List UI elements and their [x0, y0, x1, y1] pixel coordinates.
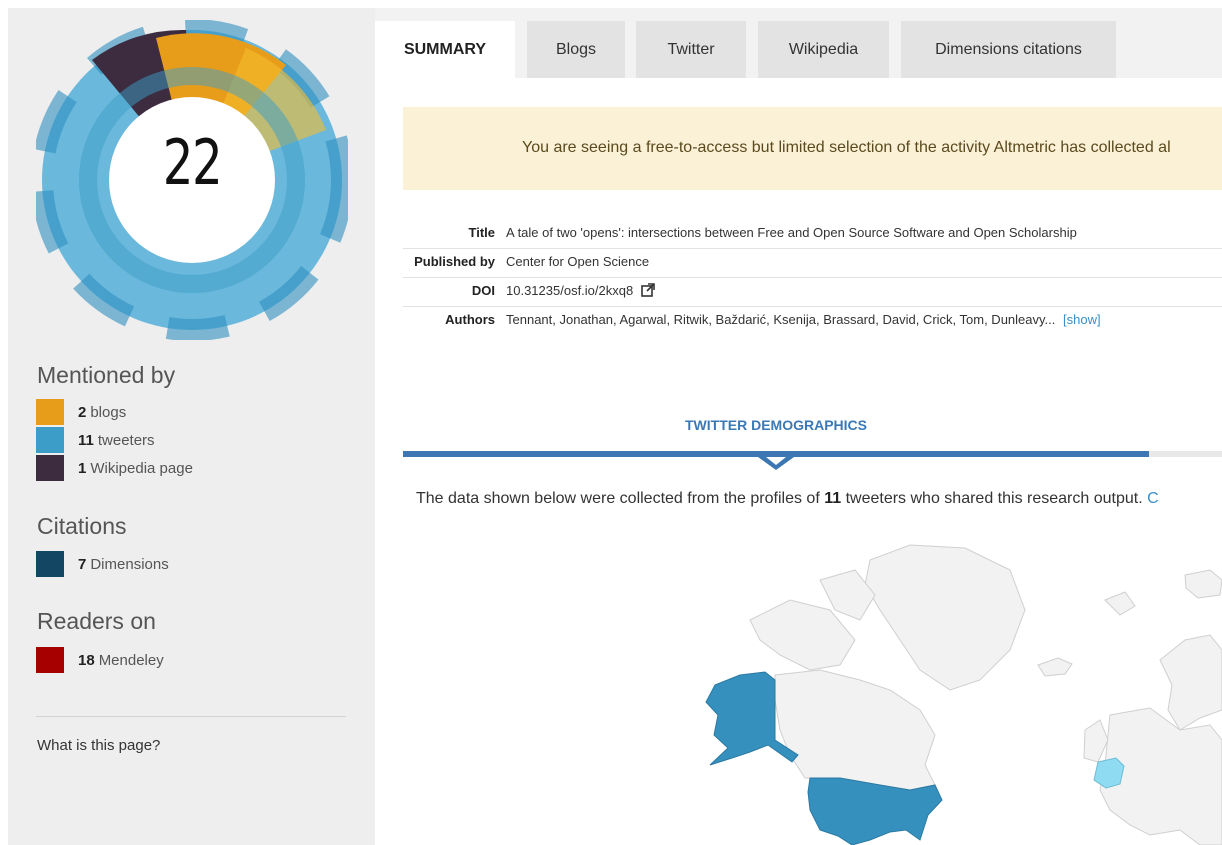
dimensions-label: Dimensions [90, 555, 169, 573]
sidebar-divider [36, 716, 346, 717]
mendeley-count: 18 [78, 651, 95, 669]
dimensions-count: 7 [78, 555, 87, 573]
show-authors-link[interactable]: [show] [1063, 312, 1101, 327]
wikipedia-swatch [36, 455, 64, 481]
twitter-desc-count: 11 [824, 490, 842, 507]
doi-link-wrapper[interactable]: 10.31235/osf.io/2kxq8 [506, 283, 655, 298]
map-germany[interactable] [1093, 757, 1125, 789]
details-row-title: Title A tale of two 'opens': intersectio… [403, 220, 1222, 249]
section-notch-icon [758, 457, 794, 470]
tab-twitter[interactable]: Twitter [636, 21, 746, 78]
details-row-authors: Authors Tennant, Jonathan, Agarwal, Ritw… [403, 307, 1222, 335]
blogs-swatch [36, 399, 64, 425]
tab-wikipedia[interactable]: Wikipedia [758, 21, 889, 78]
map-svalbard[interactable] [1184, 569, 1222, 599]
tab-summary[interactable]: SUMMARY [375, 21, 515, 78]
dimensions-swatch [36, 551, 64, 577]
source-dimensions[interactable]: 7 Dimensions [36, 551, 169, 577]
tab-blogs[interactable]: Blogs [527, 21, 625, 78]
source-mendeley[interactable]: 18 Mendeley [36, 647, 164, 673]
tab-dimensions-citations[interactable]: Dimensions citations [901, 21, 1116, 78]
tweeters-label: tweeters [97, 431, 155, 449]
title-value: A tale of two 'opens': intersections bet… [506, 225, 1077, 240]
details-row-doi: DOI 10.31235/osf.io/2kxq8 [403, 278, 1222, 307]
tweeters-count: 11 [78, 431, 94, 449]
source-tweeters[interactable]: 11 tweeters [36, 427, 155, 453]
wikipedia-count: 1 [78, 459, 87, 477]
twitter-description: The data shown below were collected from… [416, 490, 1159, 508]
title-label: Title [468, 225, 496, 240]
external-link-icon[interactable] [641, 283, 655, 297]
twitter-desc-after: tweeters who shared this research output… [841, 490, 1148, 507]
section-divider-bar-end [1149, 451, 1222, 457]
map-scandinavia[interactable] [1159, 634, 1222, 731]
what-is-this-page-link[interactable]: What is this page? [37, 737, 160, 754]
citations-heading: Citations [37, 513, 127, 539]
source-blogs[interactable]: 2 blogs [36, 399, 126, 425]
map-islands-ne[interactable] [1104, 591, 1136, 616]
twitter-demographics-heading: TWITTER DEMOGRAPHICS [685, 417, 867, 433]
doi-value[interactable]: 10.31235/osf.io/2kxq8 [506, 283, 633, 298]
details-table: Title A tale of two 'opens': intersectio… [403, 220, 1222, 335]
authors-wrapper: Tennant, Jonathan, Agarwal, Ritwik, Bažd… [506, 312, 1101, 327]
limited-access-notice: You are seeing a free-to-access but limi… [403, 107, 1222, 190]
sidebar: 22 Mentioned by 2 blogs 11 tweeters 1 Wi… [8, 8, 375, 845]
authors-value: Tennant, Jonathan, Agarwal, Ritwik, Bažd… [506, 312, 1056, 327]
mentioned-by-heading: Mentioned by [37, 362, 176, 388]
map-uk[interactable] [1083, 719, 1109, 763]
readers-heading: Readers on [37, 608, 156, 634]
details-row-published: Published by Center for Open Science [403, 249, 1222, 278]
doi-label: DOI [471, 283, 495, 298]
tab-bar: SUMMARY Blogs Twitter Wikipedia Dimensio… [375, 8, 1222, 78]
mendeley-label: Mendeley [98, 651, 164, 669]
map-greenland[interactable] [864, 544, 1026, 691]
wikipedia-label: Wikipedia page [90, 459, 193, 477]
notice-text: You are seeing a free-to-access but limi… [522, 139, 1171, 156]
mendeley-swatch [36, 647, 64, 673]
tweeters-swatch [36, 427, 64, 453]
published-value: Center for Open Science [506, 254, 650, 269]
authors-label: Authors [445, 312, 495, 327]
map-iceland[interactable] [1037, 657, 1073, 677]
published-label: Published by [414, 254, 495, 269]
twitter-desc-before: The data shown below were collected from… [416, 490, 825, 507]
map-canada[interactable] [774, 669, 936, 791]
twitter-desc-link[interactable]: C [1147, 490, 1159, 507]
blogs-count: 2 [78, 403, 87, 421]
twitter-demographics-map [705, 544, 1222, 845]
source-wikipedia[interactable]: 1 Wikipedia page [36, 455, 193, 481]
blogs-label: blogs [90, 403, 127, 421]
altmetric-score: 22 [162, 126, 223, 199]
map-usa[interactable] [807, 777, 943, 845]
